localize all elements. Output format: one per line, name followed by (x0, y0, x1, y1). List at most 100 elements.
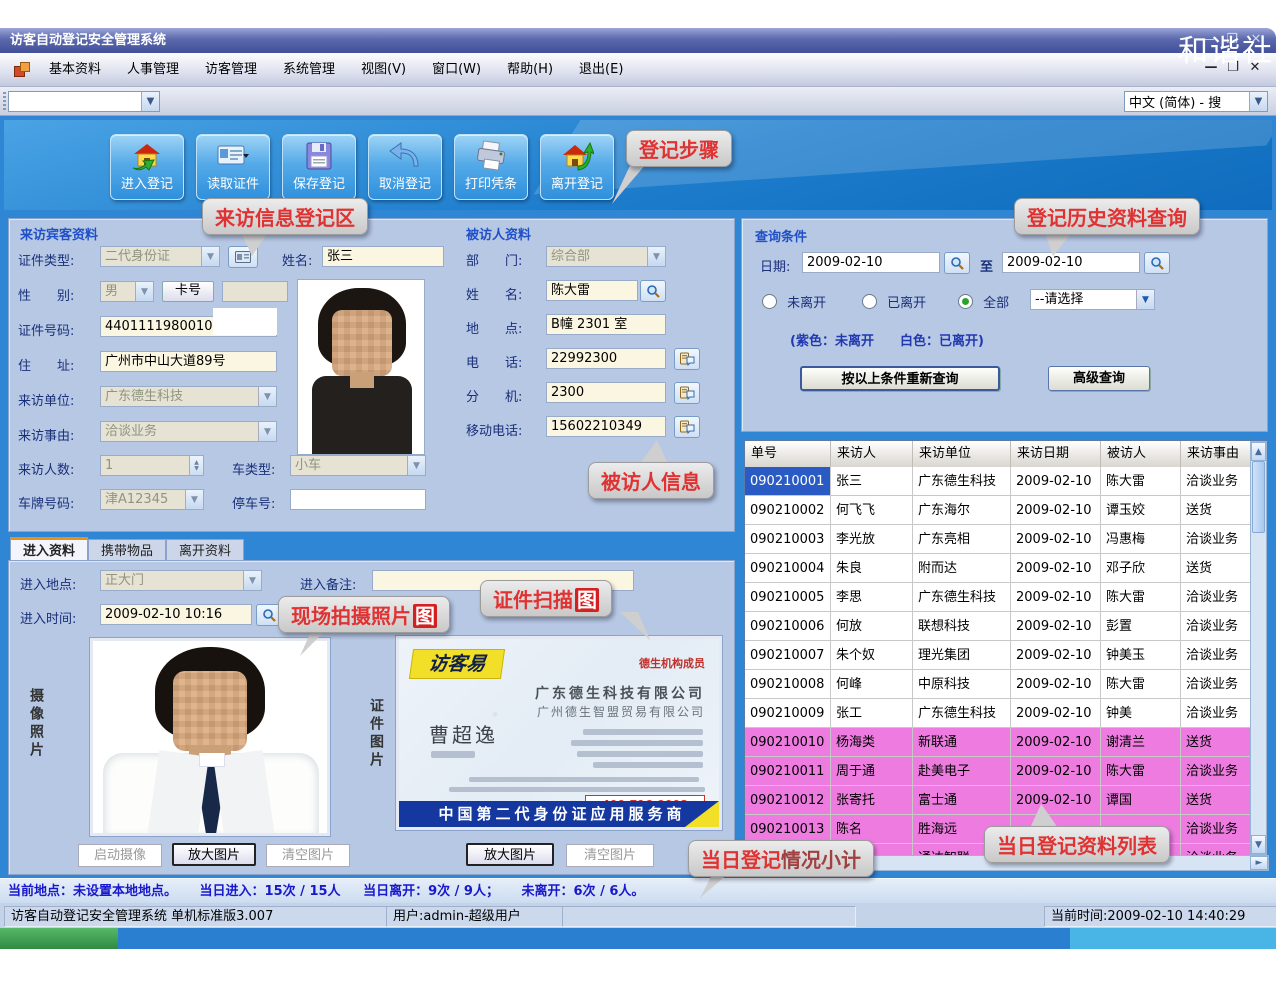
table-cell-reason[interactable]: 洽谈业务 (1181, 525, 1251, 554)
enter-register-button[interactable]: 进入登记 (110, 134, 184, 200)
chevron-down-icon[interactable]: ▼ (185, 490, 203, 509)
table-cell-date[interactable]: 2009-02-10 (1011, 641, 1101, 670)
menu-item-basic[interactable]: 基本资料 (36, 53, 114, 87)
table-cell-id[interactable]: 090210012 (745, 786, 831, 815)
table-row[interactable]: 090210004朱良附而达2009-02-10邓子欣送货 (745, 554, 1251, 583)
table-cell-visitor[interactable]: 何峰 (831, 670, 913, 699)
visitor-count-stepper[interactable]: 1▲▼ (100, 455, 204, 476)
chevron-down-icon[interactable]: ▼ (141, 92, 159, 111)
col-header-id[interactable]: 单号 (745, 441, 831, 467)
table-cell-reason[interactable]: 送货 (1181, 786, 1251, 815)
table-row[interactable]: 090210002何飞飞广东海尔2009-02-10谭玉姣送货 (745, 496, 1251, 525)
chevron-down-icon[interactable]: ▼ (1136, 290, 1154, 309)
table-cell-reason[interactable]: 洽谈业务 (1181, 583, 1251, 612)
table-cell-visitor[interactable]: 杨海类 (831, 728, 913, 757)
notify-ext-button[interactable] (674, 382, 700, 404)
table-cell-id[interactable]: 090210010 (745, 728, 831, 757)
scroll-up-icon[interactable]: ▲ (1251, 442, 1266, 461)
table-cell-visitor[interactable]: 张三 (831, 467, 913, 496)
table-cell-date[interactable]: 2009-02-10 (1011, 757, 1101, 786)
table-cell-host[interactable]: 彭置 (1101, 612, 1181, 641)
table-cell-host[interactable]: 陈大雷 (1101, 583, 1181, 612)
chevron-down-icon[interactable]: ▼ (201, 247, 219, 266)
table-row[interactable]: 090210001张三广东德生科技2009-02-10陈大雷洽谈业务 (745, 467, 1251, 496)
table-cell-reason[interactable]: 送货 (1181, 728, 1251, 757)
table-cell-date[interactable]: 2009-02-10 (1011, 496, 1101, 525)
leave-register-button[interactable]: 离开登记 (540, 134, 614, 200)
dept-combo[interactable]: 综合部▼ (546, 246, 666, 267)
date-to-field[interactable]: 2009-02-10 (1002, 252, 1140, 273)
table-cell-date[interactable]: 2009-02-10 (1011, 554, 1101, 583)
cert-type-combo[interactable]: 二代身份证▼ (100, 246, 220, 267)
table-cell-company[interactable]: 广东海尔 (913, 496, 1011, 525)
table-cell-date[interactable]: 2009-02-10 (1011, 467, 1101, 496)
table-cell-reason[interactable]: 洽谈业务 (1181, 815, 1251, 844)
table-cell-host[interactable]: 谭国 (1101, 786, 1181, 815)
date-from-picker-button[interactable] (944, 252, 970, 274)
table-row[interactable]: 090210003李光放广东亮相2009-02-10冯惠梅洽谈业务 (745, 525, 1251, 554)
table-row[interactable]: 090210008何峰中原科技2009-02-10陈大雷洽谈业务 (745, 670, 1251, 699)
chevron-down-icon[interactable]: ▼ (1249, 92, 1267, 111)
radio-all[interactable]: 全部 (958, 292, 1009, 311)
table-cell-visitor[interactable]: 朱良 (831, 554, 913, 583)
table-cell-visitor[interactable]: 李思 (831, 583, 913, 612)
date-to-picker-button[interactable] (1144, 252, 1170, 274)
requery-button[interactable]: 按以上条件重新查询 (800, 366, 1000, 391)
table-cell-reason[interactable]: 洽谈业务 (1181, 844, 1251, 855)
radio-selected-icon[interactable] (958, 294, 973, 309)
table-cell-visitor[interactable]: 何飞飞 (831, 496, 913, 525)
scroll-right-icon[interactable]: ► (1250, 856, 1268, 870)
print-slip-button[interactable]: 打印凭条 (454, 134, 528, 200)
menu-item-system[interactable]: 系统管理 (270, 53, 348, 87)
table-cell-date[interactable]: 2009-02-10 (1011, 699, 1101, 728)
filter-select[interactable]: --请选择▼ (1030, 289, 1155, 310)
visited-name-field[interactable]: 陈大雷 (546, 280, 638, 301)
search-person-button[interactable] (640, 280, 666, 302)
chevron-down-icon[interactable]: ▼ (135, 282, 153, 301)
table-row[interactable]: 090210007朱个奴理光集团2009-02-10钟美玉洽谈业务 (745, 641, 1251, 670)
table-cell-company[interactable]: 富士通 (913, 786, 1011, 815)
table-cell-id[interactable]: 090210005 (745, 583, 831, 612)
notify-mobile-button[interactable] (674, 416, 700, 438)
zoom-photo-button[interactable]: 放大图片 (172, 843, 256, 866)
chevron-down-icon[interactable]: ▼ (258, 422, 276, 441)
table-cell-host[interactable]: 陈大雷 (1101, 467, 1181, 496)
table-row[interactable]: 090210010杨海类新联通2009-02-10谢清兰送货 (745, 728, 1251, 757)
table-cell-id[interactable]: 090210009 (745, 699, 831, 728)
table-cell-host[interactable]: 冯惠梅 (1101, 525, 1181, 554)
table-cell-visitor[interactable]: 周于通 (831, 757, 913, 786)
visit-reason-combo[interactable]: 洽谈业务▼ (100, 421, 277, 442)
radio-icon[interactable] (862, 294, 877, 309)
table-cell-reason[interactable]: 送货 (1181, 496, 1251, 525)
card-number-field[interactable] (222, 281, 288, 302)
table-cell-company[interactable]: 联想科技 (913, 612, 1011, 641)
table-cell-reason[interactable]: 洽谈业务 (1181, 699, 1251, 728)
gender-combo[interactable]: 男▼ (100, 281, 154, 302)
entry-place-combo[interactable]: 正大门▼ (100, 570, 262, 591)
table-cell-reason[interactable]: 洽谈业务 (1181, 612, 1251, 641)
table-cell-host[interactable]: 谢清兰 (1101, 728, 1181, 757)
table-cell-date[interactable]: 2009-02-10 (1011, 612, 1101, 641)
table-cell-company[interactable]: 广东亮相 (913, 525, 1011, 554)
table-cell-host[interactable]: 陈大雷 (1101, 670, 1181, 699)
parking-field[interactable] (290, 489, 426, 510)
menu-item-exit[interactable]: 退出(E) (566, 53, 636, 87)
table-row[interactable]: 090210011周于通赴美电子2009-02-10陈大雷洽谈业务 (745, 757, 1251, 786)
table-cell-company[interactable]: 新联通 (913, 728, 1011, 757)
table-cell-id[interactable]: 090210008 (745, 670, 831, 699)
table-cell-date[interactable]: 2009-02-10 (1011, 670, 1101, 699)
table-cell-company[interactable]: 广东德生科技 (913, 699, 1011, 728)
table-cell-id[interactable]: 090210007 (745, 641, 831, 670)
table-cell-host[interactable]: 钟美 (1101, 699, 1181, 728)
clear-photo-button[interactable]: 清空图片 (266, 844, 350, 867)
read-idcard-button[interactable]: 读取证件 (196, 134, 270, 200)
entry-time-field[interactable]: 2009-02-10 10:16 (100, 604, 252, 625)
chevron-down-icon[interactable]: ▼ (258, 387, 276, 406)
menu-item-visitor[interactable]: 访客管理 (192, 53, 270, 87)
advanced-query-button[interactable]: 高级查询 (1048, 366, 1150, 391)
table-cell-visitor[interactable]: 朱个奴 (831, 641, 913, 670)
radio-left[interactable]: 已离开 (862, 292, 926, 311)
table-cell-company[interactable]: 附而达 (913, 554, 1011, 583)
card-number-button[interactable]: 卡号 (162, 281, 214, 302)
table-cell-id[interactable]: 090210003 (745, 525, 831, 554)
